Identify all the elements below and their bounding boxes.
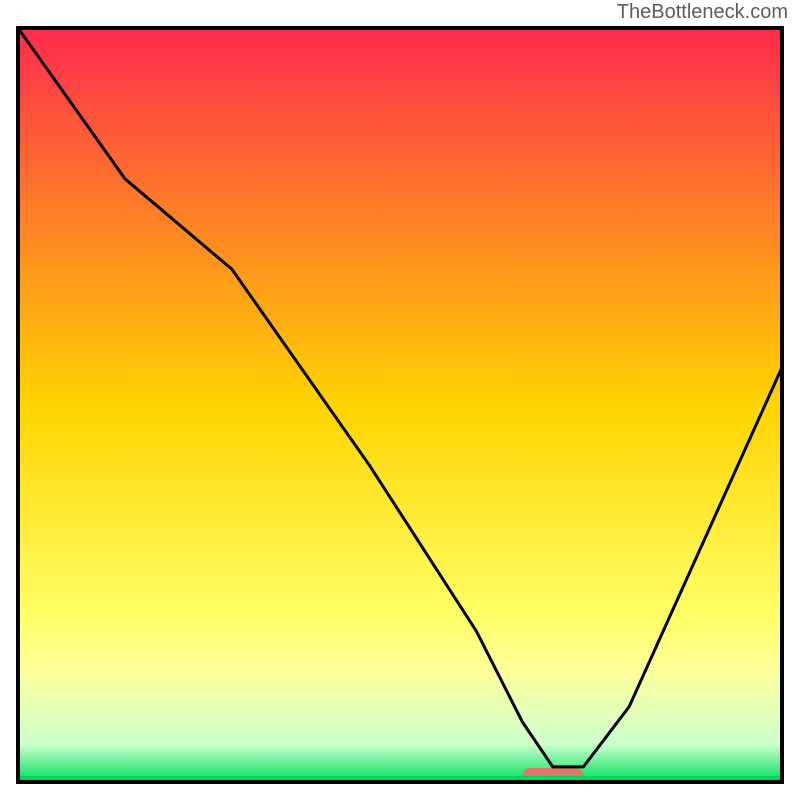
bottleneck-plot — [0, 0, 800, 800]
brand-label: TheBottleneck.com — [617, 2, 788, 22]
chart-container: TheBottleneck.com { "brand": "TheBottlen… — [0, 0, 800, 800]
